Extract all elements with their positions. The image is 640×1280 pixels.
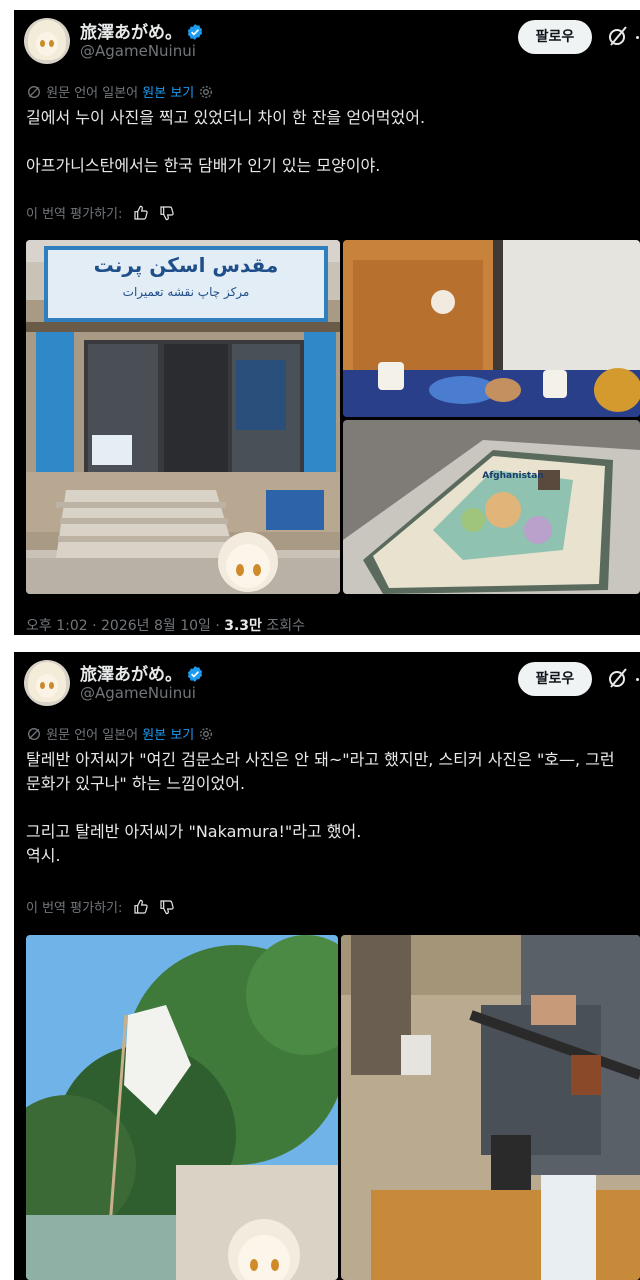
rate-label: 이 번역 평가하기: (26, 901, 123, 916)
show-original-link[interactable]: 원본 보기 (142, 86, 194, 101)
photo-tea[interactable] (343, 240, 640, 417)
tweet-card-1: 旅澤あがめ。 @AgameNuinui 팔로우 원문 언어 일본어 원본 보기 … (14, 10, 640, 635)
photo-map[interactable]: Afghanistan (343, 420, 640, 594)
rate-translation: 이 번역 평가하기: (26, 897, 175, 916)
follow-button[interactable]: 팔로우 (518, 662, 592, 696)
translation-bar: 원문 언어 일본어 원본 보기 (26, 82, 214, 101)
text-line: 문화가 있구나" 하는 느낌이었어. (26, 774, 246, 793)
avatar[interactable] (24, 660, 70, 706)
follow-button[interactable]: 팔로우 (518, 20, 592, 54)
more-dot-icon[interactable] (636, 36, 639, 39)
gear-icon[interactable] (198, 726, 214, 742)
photo-shopfront[interactable]: مقدس اسکن پرنت مرکز چاپ نقشه تعمیرات (26, 240, 340, 594)
tweet-text: 탈레반 아저씨가 "여긴 검문소라 사진은 안 돼~"라고 했지만, 스티커 사… (26, 748, 615, 868)
thumbs-up-icon[interactable] (133, 899, 149, 915)
photo-flag[interactable] (26, 935, 338, 1280)
author-handle[interactable]: @AgameNuinui (80, 684, 196, 702)
map-title: Afghanistan (482, 471, 543, 481)
shop-sign-main: مقدس اسکن پرنت (94, 253, 279, 278)
text-line: 탈레반 아저씨가 "여긴 검문소라 사진은 안 돼~"라고 했지만, 스티커 사… (26, 750, 615, 769)
translate-icon (28, 86, 40, 98)
text-line (26, 796, 615, 820)
translation-note: 원문 언어 일본어 (46, 86, 139, 101)
tweet-card-2: 旅澤あがめ。 @AgameNuinui 팔로우 원문 언어 일본어 원본 보기 … (14, 652, 640, 1280)
tweet-text: 길에서 누이 사진을 찍고 있었더니 차이 한 잔을 얻어먹었어. 아프가니스탄… (26, 106, 425, 178)
text-line (26, 130, 425, 154)
tweet-meta: 오후 1:02 · 2026년 8월 10일 · 3.3만 조회수 (26, 615, 305, 635)
timestamp[interactable]: 오후 1:02 · 2026년 8월 10일 · (26, 618, 224, 634)
verified-badge-icon (187, 24, 203, 40)
text-line: 그리고 탈레반 아저씨가 "Nakamura!"라고 했어. (26, 822, 362, 841)
author-handle[interactable]: @AgameNuinui (80, 42, 196, 60)
more-dot-icon[interactable] (636, 678, 639, 681)
translation-note: 원문 언어 일본어 (46, 728, 139, 743)
author-name[interactable]: 旅澤あがめ。 (80, 23, 182, 43)
verified-badge-icon (187, 666, 203, 682)
grok-icon[interactable] (606, 666, 630, 690)
translate-icon (28, 728, 40, 740)
author-name-row[interactable]: 旅澤あがめ。 (80, 660, 204, 685)
thumbs-down-icon[interactable] (159, 899, 175, 915)
grok-icon[interactable] (606, 24, 630, 48)
author-name-row[interactable]: 旅澤あがめ。 (80, 18, 204, 43)
views-count: 3.3만 (224, 618, 262, 634)
text-line: 아프가니스탄에서는 한국 담배가 인기 있는 모양이야. (26, 156, 381, 175)
text-line: 역시. (26, 846, 61, 865)
translation-bar: 원문 언어 일본어 원본 보기 (26, 724, 214, 743)
text-line: 길에서 누이 사진을 찍고 있었더니 차이 한 잔을 얻어먹었어. (26, 108, 426, 127)
rate-label: 이 번역 평가하기: (26, 207, 123, 222)
avatar[interactable] (24, 18, 70, 64)
thumbs-down-icon[interactable] (159, 205, 175, 221)
gear-icon[interactable] (198, 84, 214, 100)
author-name[interactable]: 旅澤あがめ。 (80, 665, 182, 685)
thumbs-up-icon[interactable] (133, 205, 149, 221)
rate-translation: 이 번역 평가하기: (26, 203, 175, 222)
shop-sign-sub: مرکز چاپ نقشه تعمیرات (123, 285, 250, 300)
views-label: 조회수 (261, 618, 306, 634)
photo-checkpoint[interactable] (341, 935, 640, 1280)
show-original-link[interactable]: 원본 보기 (142, 728, 194, 743)
